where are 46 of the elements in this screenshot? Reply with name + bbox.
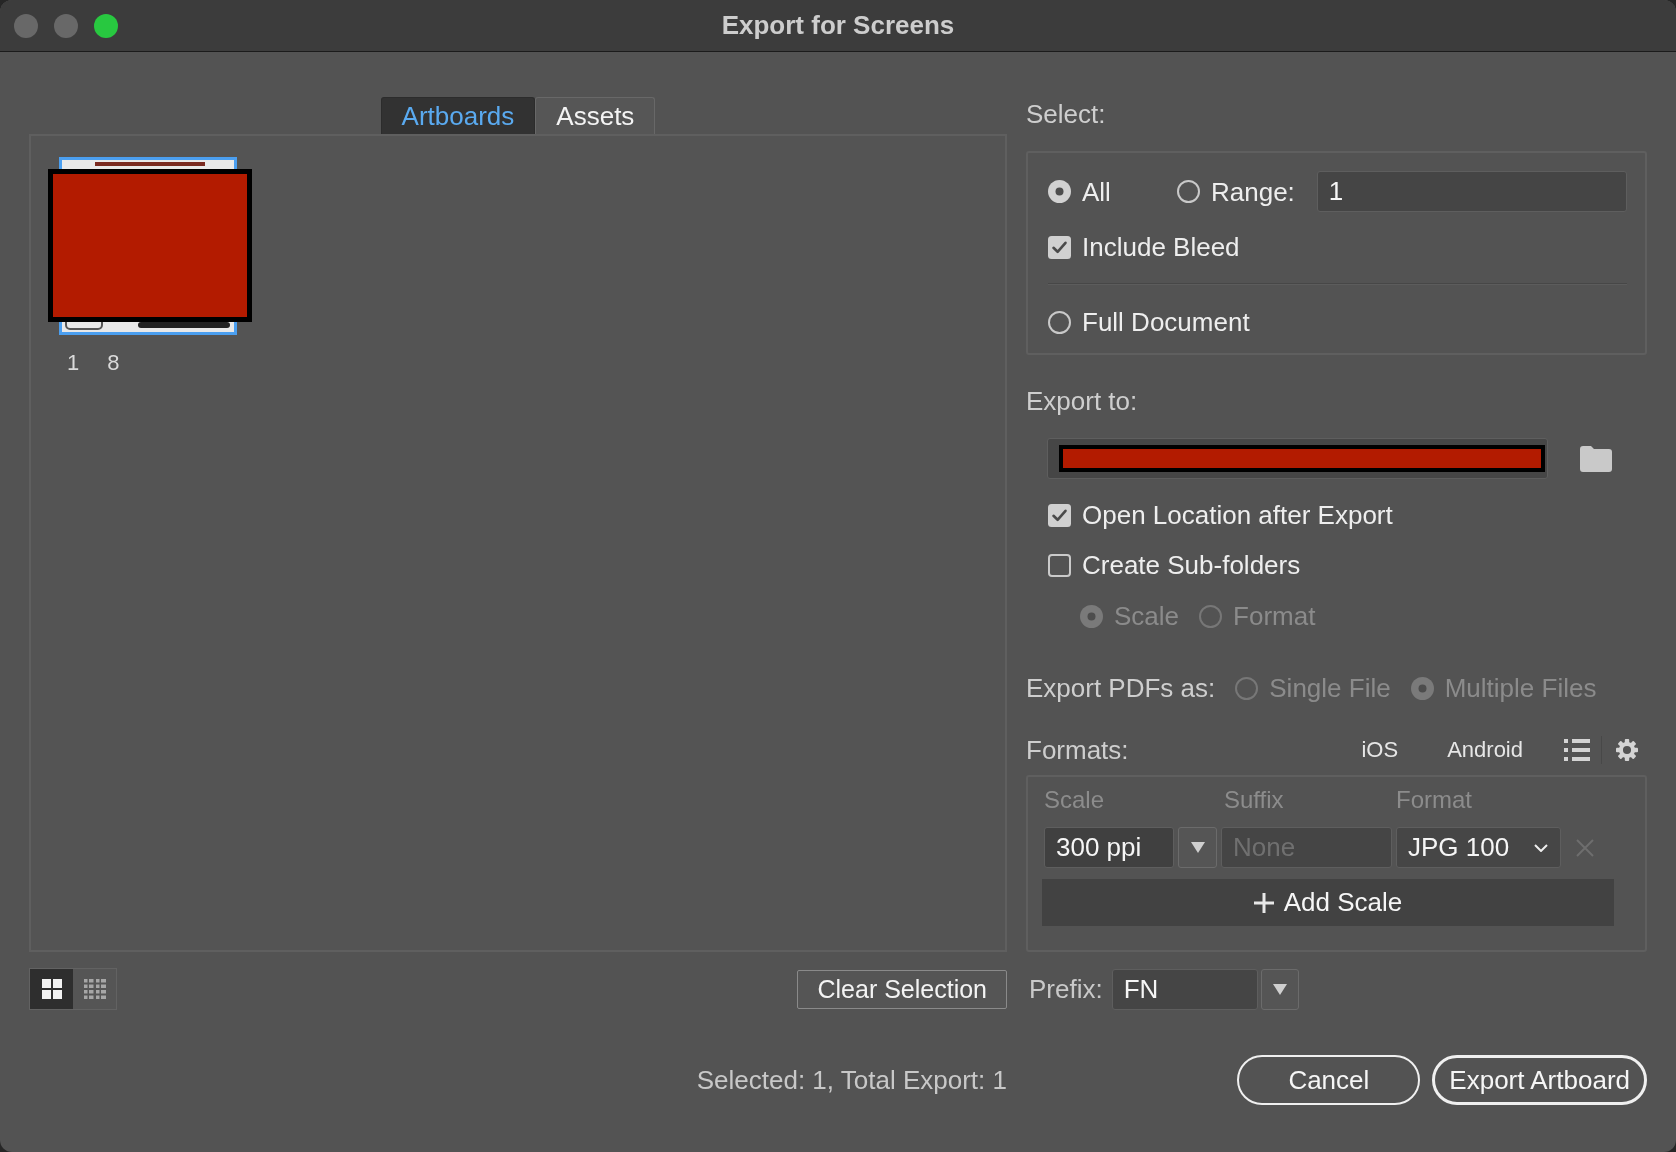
artboard-thumbnail[interactable] — [59, 322, 237, 335]
zoom-button[interactable] — [94, 13, 118, 38]
dialog-button[interactable]: Export Artboard — [1432, 1055, 1647, 1105]
prefix-field[interactable]: FN — [1111, 968, 1258, 1010]
range-field[interactable]: 1 — [1316, 171, 1627, 212]
artboard-name: 8 — [107, 350, 120, 376]
radio-option[interactable]: Range: — [1177, 176, 1295, 207]
preset-button[interactable]: Android — [1447, 735, 1523, 765]
grid-icon — [41, 979, 62, 999]
dropdown-button[interactable] — [1260, 968, 1299, 1010]
column-header: Format — [1396, 785, 1472, 815]
radio-option[interactable]: Full Document — [1048, 307, 1250, 337]
folder-icon[interactable] — [1580, 445, 1612, 472]
grid-view-button[interactable] — [30, 969, 73, 1009]
path-field[interactable] — [1047, 438, 1548, 479]
format-select[interactable]: JPG 100 — [1396, 827, 1561, 868]
plus-icon — [1253, 892, 1274, 913]
dropdown-button[interactable] — [1178, 827, 1217, 868]
section-label: Formats: — [1026, 735, 1129, 765]
section-label: Export to: — [1026, 386, 1138, 416]
settings-icon[interactable] — [1616, 739, 1638, 761]
caret-icon — [1272, 983, 1287, 995]
tab[interactable]: Assets — [535, 97, 656, 134]
window-title: Export for Screens — [721, 10, 955, 41]
column-header: Scale — [1044, 785, 1105, 815]
add-scale-button[interactable]: Add Scale — [1042, 879, 1614, 926]
section-label: Select: — [1026, 99, 1106, 129]
tab[interactable]: Artboards — [380, 97, 536, 134]
field-label: Prefix: — [1029, 974, 1103, 1004]
radio-option[interactable]: All — [1048, 176, 1177, 207]
scale-field[interactable]: 300 ppi — [1044, 827, 1174, 868]
column-header: Suffix — [1224, 785, 1284, 815]
preset-button[interactable]: iOS — [1361, 735, 1399, 765]
section-label: Export PDFs as: — [1026, 673, 1216, 703]
clear-selection-button[interactable]: Clear Selection — [797, 969, 1007, 1009]
checkbox-option[interactable]: Open Location after Export — [1048, 500, 1393, 530]
checkbox-option[interactable]: Create Sub-folders — [1048, 550, 1301, 580]
caret-icon — [1190, 842, 1205, 853]
checkbox-option[interactable]: Include Bleed — [1048, 232, 1240, 262]
artboard-number: 1 — [67, 350, 80, 376]
dialog-button[interactable]: Cancel — [1237, 1055, 1421, 1105]
list-icon[interactable] — [1564, 739, 1590, 761]
chevron-icon — [1534, 843, 1548, 852]
artboard-thumbnail[interactable] — [59, 157, 237, 169]
status-text: Selected: 1, Total Export: 1 — [696, 1064, 1007, 1096]
list-icon — [83, 979, 106, 999]
